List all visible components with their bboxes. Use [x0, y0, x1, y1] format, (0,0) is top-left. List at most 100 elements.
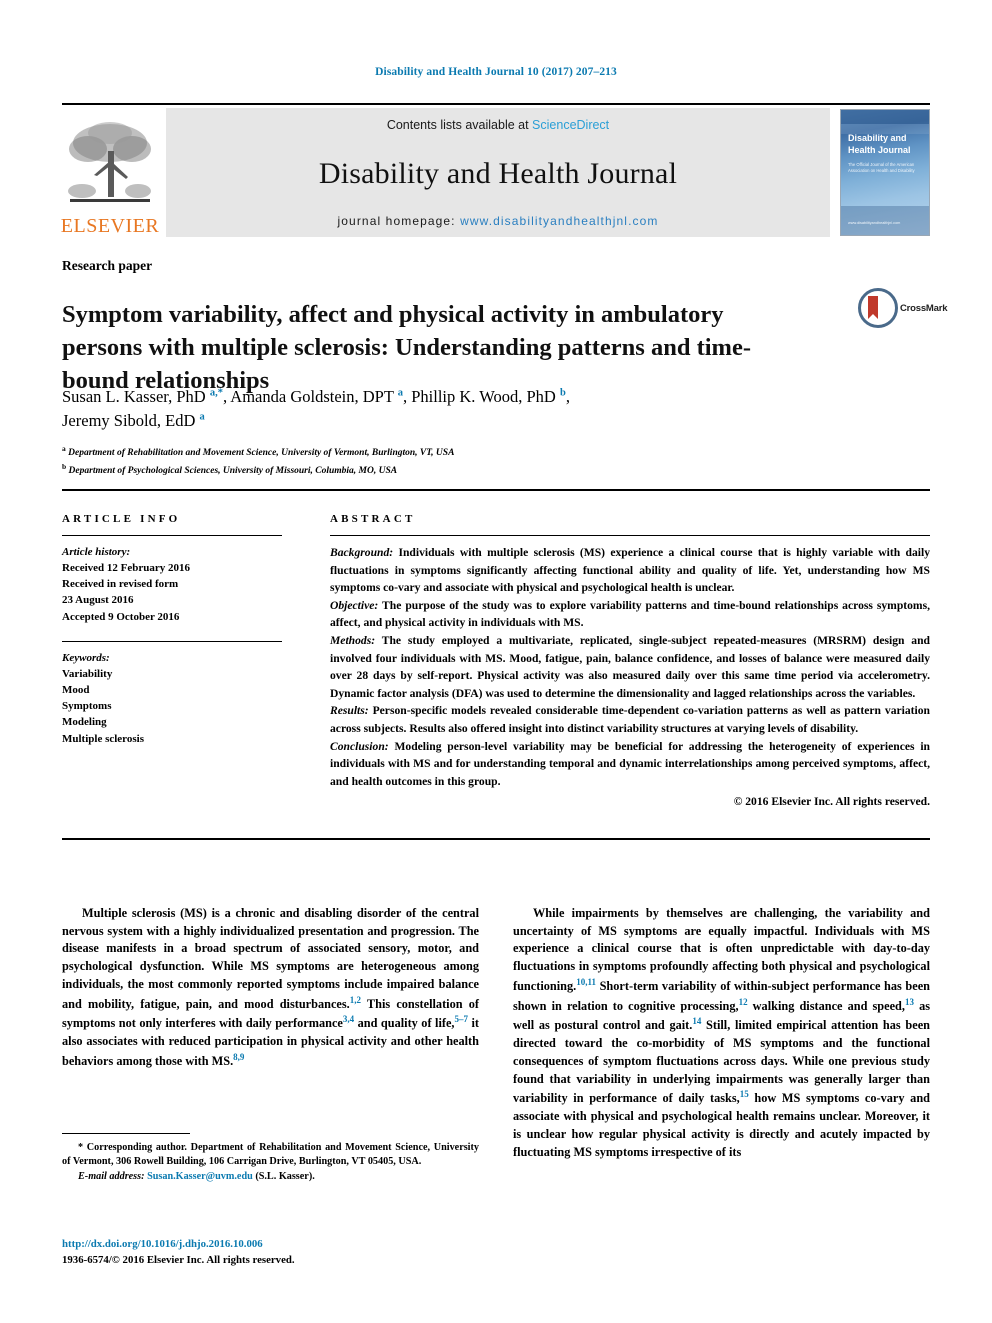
abstract-section-text: Modeling person-level variability may be… [330, 739, 930, 788]
abstract-section-text: Person-specific models revealed consider… [330, 704, 930, 736]
corresponding-author-footnote: * Corresponding author. Department of Re… [62, 1141, 479, 1170]
article-history: Article history: Received 12 February 20… [62, 544, 282, 625]
citation-ref[interactable]: 5–7 [454, 1014, 468, 1024]
article-history-label: Article history: [62, 546, 131, 558]
abstract-section: Methods: The study employed a multivaria… [330, 632, 930, 702]
abstract-section: Objective: The purpose of the study was … [330, 597, 930, 632]
body-text: Multiple sclerosis (MS) is a chronic and… [62, 906, 479, 1011]
article-info-column: ARTICLE INFO Article history: Received 1… [62, 513, 282, 747]
cover-title-line1: Disability and [848, 133, 907, 143]
keyword-item: Modeling [62, 716, 107, 729]
abstract-section-label: Methods: [330, 634, 376, 648]
email-link[interactable]: Susan.Kasser@uvm.edu [147, 1171, 253, 1182]
journal-article-page: Disability and Health Journal 10 (2017) … [0, 0, 992, 1323]
cover-footer-url: www.disabilityandhealthjnl.com [848, 220, 901, 225]
corresponding-text: Corresponding author. Department of Reha… [62, 1142, 479, 1168]
journal-title: Disability and Health Journal [318, 156, 678, 190]
body-text: and quality of life, [354, 1016, 455, 1031]
email-footnote: E-mail address: Susan.Kasser@uvm.edu (S.… [62, 1170, 479, 1184]
citation-ref[interactable]: 14 [692, 1016, 701, 1026]
body-column-right: While impairments by themselves are chal… [513, 905, 930, 1161]
homepage-prefix: journal homepage: [337, 214, 461, 228]
crossmark-icon [858, 288, 898, 328]
abstract-section-text: Individuals with multiple sclerosis (MS)… [330, 546, 930, 595]
abstract-section: Background: Individuals with multiple sc… [330, 544, 930, 597]
keyword-item: Mood [62, 684, 90, 697]
sciencedirect-link[interactable]: ScienceDirect [532, 118, 609, 132]
author-2: , Amanda Goldstein, DPT [222, 387, 398, 406]
masthead-center-panel: Contents lists available at ScienceDirec… [166, 108, 830, 237]
citation-ref[interactable]: 15 [740, 1089, 749, 1099]
citation-ref[interactable]: 3,4 [343, 1014, 354, 1024]
email-owner: (S.L. Kasser). [252, 1170, 315, 1182]
abstract-body: Background: Individuals with multiple sc… [330, 544, 930, 810]
info-block-top-rule [62, 489, 930, 491]
citation-ref[interactable]: 8,9 [233, 1052, 244, 1062]
abstract-column: ABSTRACT Background: Individuals with mu… [330, 513, 930, 810]
abstract-copyright: © 2016 Elsevier Inc. All rights reserved… [733, 794, 930, 808]
abstract-section-label: Background: [330, 546, 394, 559]
author-separator: , [565, 387, 570, 406]
contents-prefix: Contents lists available at [386, 118, 533, 132]
journal-cover-thumbnail: Disability and Health Journal The Offici… [840, 109, 930, 236]
journal-masthead: ELSEVIER Contents lists available at Sci… [60, 103, 930, 237]
affiliation-a: a Department of Rehabilitation and Movem… [62, 443, 862, 461]
article-info-rule [62, 535, 282, 536]
keywords-block: Keywords: Variability Mood Symptoms Mode… [62, 650, 282, 747]
keywords-rule [62, 640, 282, 642]
history-line: 23 August 2016 [62, 594, 134, 607]
citation-ref[interactable]: 10,11 [576, 977, 596, 987]
body-column-left: Multiple sclerosis (MS) is a chronic and… [62, 905, 479, 1071]
doi-link[interactable]: http://dx.doi.org/10.1016/j.dhjo.2016.10… [62, 1237, 502, 1253]
cover-title-line2: Health Journal [848, 145, 911, 156]
elsevier-logo: ELSEVIER [60, 108, 160, 237]
crossmark-label: CrossMark [900, 302, 948, 314]
abstract-section: Conclusion: Modeling person-level variab… [330, 738, 930, 791]
footnote-separator-rule [62, 1133, 190, 1134]
abstract-section: Results: Person-specific models revealed… [330, 702, 930, 737]
abstract-section-label: Results: [330, 704, 369, 718]
page-title: Symptom variability, affect and physical… [62, 301, 751, 394]
cover-subtitle: The Official Journal of the American Ass… [848, 162, 915, 174]
keyword-item: Symptoms [62, 700, 112, 713]
body-paragraph: Multiple sclerosis (MS) is a chronic and… [62, 905, 479, 1071]
body-text: walking distance and speed, [747, 998, 905, 1013]
keywords-label: Keywords: [62, 651, 110, 664]
author-3: , Phillip K. Wood, PhD [403, 387, 560, 406]
article-type-label: Research paper [62, 258, 153, 273]
journal-homepage-link[interactable]: www.disabilityandhealthjnl.com [460, 214, 658, 228]
email-label: E-mail address: [78, 1170, 145, 1182]
author-4: Jeremy Sibold, EdD [62, 411, 200, 431]
body-paragraph: While impairments by themselves are chal… [513, 905, 930, 1161]
citation-ref[interactable]: 1,2 [350, 995, 361, 1005]
journal-homepage-line: journal homepage: www.disabilityandhealt… [338, 214, 659, 228]
author-4-affil-marker: a [199, 411, 205, 423]
elsevier-wordmark: ELSEVIER [60, 215, 160, 237]
author-1-affil-marker: a, [209, 387, 218, 399]
article-info-heading: ARTICLE INFO [62, 513, 181, 525]
affiliation-b: b Department of Psychological Sciences, … [62, 461, 862, 479]
author-list: Susan L. Kasser, PhD a,*, Amanda Goldste… [62, 385, 862, 434]
affiliation-a-text: Department of Rehabilitation and Movemen… [65, 448, 455, 459]
history-line: Received in revised form [62, 578, 179, 591]
history-line: Accepted 9 October 2016 [62, 610, 180, 623]
author-1: Susan L. Kasser, PhD [62, 387, 210, 406]
citation-ref[interactable]: 13 [905, 997, 914, 1007]
abstract-section-label: Conclusion: [330, 739, 389, 753]
keyword-item: Variability [62, 667, 113, 680]
elsevier-tree-icon [68, 122, 151, 202]
keyword-item: Multiple sclerosis [62, 732, 144, 745]
info-block-bottom-rule [62, 838, 930, 840]
history-line: Received 12 February 2016 [62, 562, 190, 575]
abstract-heading: ABSTRACT [330, 513, 416, 525]
abstract-section-text: The study employed a multivariate, repli… [330, 634, 930, 700]
issn-copyright-line: 1936-6574/© 2016 Elsevier Inc. All right… [62, 1253, 295, 1266]
doi-block: http://dx.doi.org/10.1016/j.dhjo.2016.10… [62, 1237, 502, 1268]
crossmark-badge[interactable]: CrossMark [858, 286, 948, 330]
cover-title: Disability and Health Journal [848, 132, 924, 156]
affiliation-b-text: Department of Psychological Sciences, Un… [66, 466, 398, 477]
citation-ref[interactable]: 12 [739, 997, 748, 1007]
contents-lists-line: Contents lists available at ScienceDirec… [387, 118, 609, 132]
abstract-section-label: Objective: [330, 598, 379, 612]
abstract-rule [330, 535, 930, 536]
